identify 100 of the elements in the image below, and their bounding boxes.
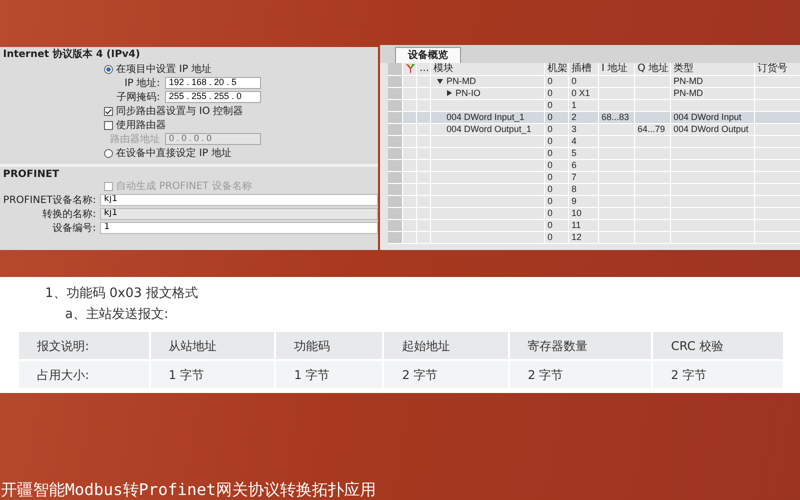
table-header: 起始地址 (384, 332, 508, 359)
table-row[interactable]: 0 4 (388, 135, 800, 147)
table-row[interactable]: 0 11 (388, 219, 800, 231)
branch-icon (406, 64, 414, 74)
row-header (388, 147, 402, 159)
table-row[interactable]: PN-MD 0 0 PN-MD (388, 75, 800, 87)
column-header: 机架 (544, 63, 568, 75)
column-header: 类型 (670, 63, 754, 75)
row-header (388, 207, 402, 219)
table-cell: 2 字节 (384, 361, 508, 388)
input-field[interactable]: 192 . 168 . 20 . 5 (165, 77, 261, 89)
table-cell: 0 X1 (568, 87, 598, 99)
column-header: Q 地址 (634, 63, 670, 75)
table-cell: 2 字节 (510, 361, 651, 388)
column-header: 插槽 (568, 63, 598, 75)
table-cell: 0 (544, 171, 568, 183)
table-cell: 004 DWord Output (670, 123, 754, 135)
table-cell: 0 (544, 99, 568, 111)
table-cell: 5 (568, 147, 598, 159)
table-row[interactable]: 0 12 (388, 231, 800, 243)
table-row[interactable]: 0 7 (388, 171, 800, 183)
table-cell: 2 (568, 111, 598, 123)
table-cell: 1 字节 (150, 361, 274, 388)
table-cell: 0 (544, 159, 568, 171)
table-cell: PN-MD (670, 75, 754, 87)
field-label: 路由器地址 (110, 134, 160, 144)
column-header: I 地址 (598, 63, 634, 75)
table-header: CRC 校验 (653, 332, 783, 359)
radio-label: 在设备中直接设定 IP 地址 (116, 146, 232, 160)
table-row[interactable]: 004 DWord Input_1 0 2 68...83 004 DWord Input (388, 111, 800, 123)
row-header (388, 99, 402, 111)
row-header (388, 195, 402, 207)
table-row[interactable]: 0 1 (388, 99, 800, 111)
row-header (388, 219, 402, 231)
table-row[interactable]: 0 8 (388, 183, 800, 195)
expand-arrow-icon[interactable] (446, 90, 452, 96)
tab[interactable]: 设备概览 (395, 47, 461, 63)
table-cell: 0 (544, 135, 568, 147)
table-cell: 0 (544, 219, 568, 231)
table-row[interactable]: 0 5 (388, 147, 800, 159)
module-name: 004 DWord Input_1 (446, 112, 524, 122)
table-cell: 0 (544, 183, 568, 195)
table-cell: 11 (568, 219, 598, 231)
column-header: ... (416, 63, 430, 75)
module-name: PN-MD (446, 76, 476, 86)
radio-button[interactable] (104, 148, 113, 158)
section-title: PROFINET (3, 169, 60, 180)
table-cell: 9 (568, 195, 598, 207)
table-cell: 1 字节 (276, 361, 382, 388)
field-label: 子网掩码: (116, 92, 160, 102)
table-cell: 0 (544, 147, 568, 159)
column-header: 订货号 (754, 63, 800, 75)
table-cell: PN-MD (670, 87, 754, 99)
table-cell: 0 (544, 123, 568, 135)
field-label: IP 地址: (124, 78, 160, 88)
table-cell: 8 (568, 183, 598, 195)
table-row[interactable]: 0 6 (388, 159, 800, 171)
table-cell: 12 (568, 231, 598, 243)
module-name: 004 DWord Output_1 (446, 124, 532, 134)
table-header: 功能码 (276, 332, 382, 359)
row-header (388, 111, 402, 123)
checkbox-label: 自动生成 PROFINET 设备名称 (116, 180, 252, 194)
field-label: 转换的名称: (42, 208, 96, 220)
column-header: 模块 (430, 63, 544, 75)
table-header: 报文说明: (19, 332, 149, 359)
table-cell: 6 (568, 159, 598, 171)
table-cell: 占用大小: (19, 361, 149, 388)
table-cell: 4 (568, 135, 598, 147)
table-cell: 64...79 (634, 123, 670, 135)
table-cell: 68...83 (598, 111, 634, 123)
table-header: 寄存器数量 (510, 332, 651, 359)
module-name: PN-IO (456, 88, 481, 98)
row-header (388, 87, 402, 99)
checkbox[interactable] (104, 106, 113, 116)
table-row[interactable]: 0 9 (388, 195, 800, 207)
table-cell: 0 (544, 231, 568, 243)
table-row[interactable]: 0 10 (388, 207, 800, 219)
row-header (388, 171, 402, 183)
table-row[interactable]: 004 DWord Output_1 0 3 64...79 004 DWord Output (388, 123, 800, 135)
radio-label: 在项目中设置 IP 地址 (116, 62, 212, 76)
table-row[interactable]: PN-IO 0 0 X1 PN-MD (388, 87, 800, 99)
input-field[interactable]: 255 . 255 . 255 . 0 (165, 91, 261, 103)
checkbox-label: 使用路由器 (116, 118, 166, 132)
radio-button[interactable] (104, 64, 113, 74)
table-cell: 1 (568, 99, 598, 111)
row-header (388, 135, 402, 147)
table-cell: 0 (544, 111, 568, 123)
table-cell: 004 DWord Input (670, 111, 754, 123)
row-header (388, 183, 402, 195)
checkbox-label: 同步路由器设置与 IO 控制器 (116, 104, 244, 118)
table-cell: 7 (568, 171, 598, 183)
checkbox[interactable] (104, 120, 113, 130)
field-label: PROFINET设备名称: (3, 194, 96, 206)
table-cell: 3 (568, 123, 598, 135)
heading: 1、功能码 0x03 报文格式 (45, 285, 200, 303)
table-cell: 0 (544, 75, 568, 87)
expand-arrow-icon[interactable] (436, 78, 442, 84)
caption: 开疆智能Modbus转Profinet网关协议转换拓扑应用 (0, 480, 376, 500)
input-field[interactable]: 1 (100, 222, 378, 234)
subheading: a、主站发送报文: (65, 306, 170, 324)
